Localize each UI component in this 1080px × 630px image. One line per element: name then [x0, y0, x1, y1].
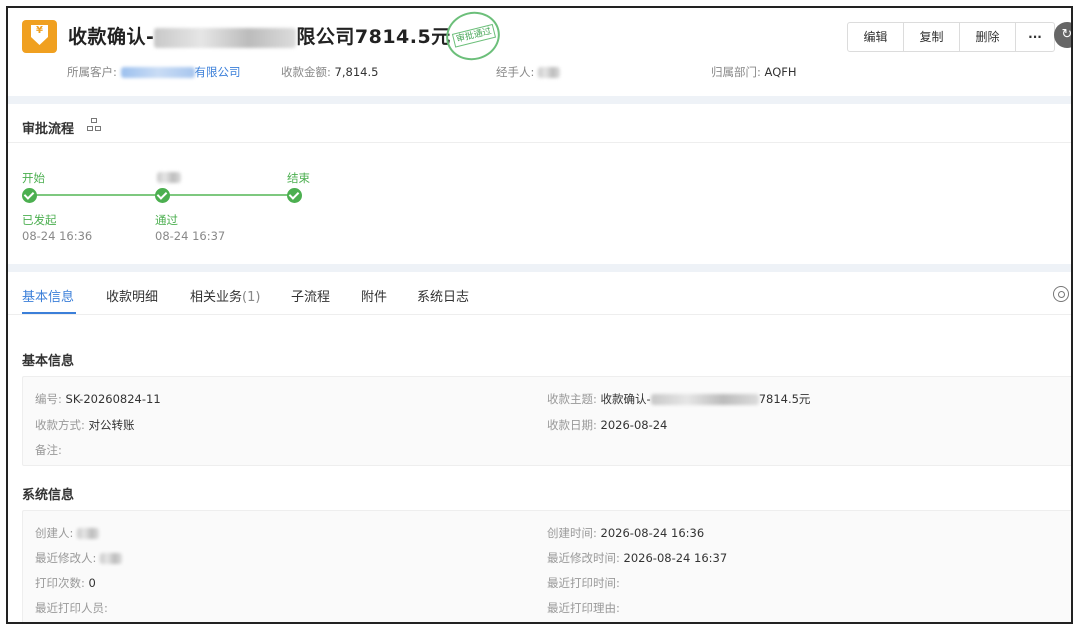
amount-value: 7,814.5 — [334, 65, 379, 79]
receipt-icon: ¥ — [22, 20, 57, 53]
flow-connector — [36, 194, 162, 196]
modifier-field: 最近修改人: — [35, 550, 123, 566]
detail-tabs: 基本信息 收款明细 相关业务(1) 子流程 附件 系统日志 — [8, 272, 1071, 315]
last-printer-field: 最近打印人员: — [35, 601, 108, 615]
node-approve-time: 08-24 16:37 — [155, 229, 226, 243]
node-start-name: 开始 — [22, 171, 45, 185]
title-suffix: 限公司7814.5元 — [296, 26, 451, 48]
delete-button[interactable]: 删除 — [960, 23, 1016, 51]
amount-label: 收款金额: — [281, 65, 331, 79]
basic-info-title: 基本信息 — [22, 354, 75, 369]
handler-label: 经手人: — [496, 65, 535, 79]
tab-subprocess[interactable]: 子流程 — [291, 286, 330, 305]
creator-field: 创建人: — [35, 525, 100, 541]
stamp-text: 审批通过 — [451, 23, 497, 48]
approval-flow-section: 审批流程 开始 结束 已发起 08-24 16:36 通过 08-24 16:3… — [8, 104, 1071, 264]
refresh-icon[interactable]: ↻ — [1054, 22, 1071, 48]
divider — [8, 96, 1071, 104]
tab-attachments[interactable]: 附件 — [361, 286, 387, 305]
redacted-creator — [77, 528, 100, 539]
copy-button[interactable]: 复制 — [904, 23, 960, 51]
created-time-field: 创建时间: 2026-08-24 16:36 — [547, 526, 705, 540]
method-value: 对公转账 — [88, 418, 135, 432]
redacted-modifier — [100, 553, 123, 564]
redacted-customer — [120, 67, 195, 78]
customer-label: 所属客户: — [67, 65, 117, 79]
edit-button[interactable]: 编辑 — [848, 23, 904, 51]
action-buttons: 编辑 复制 删除 ··· — [847, 22, 1055, 52]
title-prefix: 收款确认- — [68, 26, 155, 48]
handler-field: 经手人: — [496, 64, 561, 80]
node-start-time: 08-24 16:36 — [22, 229, 93, 243]
customer-field: 所属客户: 有限公司 — [67, 64, 241, 80]
check-icon — [22, 188, 37, 203]
node-start-status: 已发起 — [22, 213, 57, 227]
redacted-handler — [538, 67, 561, 78]
remark-field: 备注: — [35, 443, 62, 457]
active-tab-indicator — [22, 312, 76, 314]
number-value: SK-20260824-11 — [65, 392, 161, 406]
settings-icon[interactable] — [1053, 286, 1069, 302]
redacted-approver — [157, 172, 181, 183]
dept-value: AQFH — [764, 65, 797, 79]
check-icon — [155, 188, 170, 203]
page-title: 收款确认- 限公司7814.5元 — [68, 22, 451, 49]
redacted-subject — [650, 394, 759, 405]
redacted-company — [154, 27, 297, 48]
last-print-time-field: 最近打印时间: — [547, 576, 620, 590]
last-print-reason-field: 最近打印理由: — [547, 601, 620, 615]
tab-payment-details[interactable]: 收款明细 — [106, 286, 158, 305]
flow-connector — [169, 194, 295, 196]
divider — [8, 264, 1071, 272]
more-button[interactable]: ··· — [1016, 23, 1054, 51]
check-icon — [287, 188, 302, 203]
amount-field: 收款金额: 7,814.5 — [281, 64, 378, 80]
number-field: 编号: SK-20260824-11 — [35, 392, 161, 406]
approval-title: 审批流程 — [22, 122, 75, 137]
node-approve-status: 通过 — [155, 213, 178, 227]
method-field: 收款方式: 对公转账 — [35, 418, 135, 432]
date-field: 收款日期: 2026-08-24 — [547, 418, 668, 432]
node-end-name: 结束 — [287, 171, 310, 185]
tab-count-badge: (1) — [242, 290, 261, 305]
system-info-panel: 创建人: 创建时间: 2026-08-24 16:36 最近修改人: 最近修改时… — [22, 510, 1071, 622]
tab-basic-info[interactable]: 基本信息 — [22, 286, 74, 305]
record-detail-window: ¥ 收款确认- 限公司7814.5元 审批通过 所属客户: 有限公司 收款金额: … — [6, 6, 1073, 624]
date-value: 2026-08-24 — [600, 418, 668, 432]
customer-link[interactable]: 有限公司 — [195, 65, 241, 79]
system-info-title: 系统信息 — [22, 488, 75, 503]
subject-field: 收款主题: 收款确认- 7814.5元 — [547, 392, 811, 406]
approved-stamp-icon: 审批通过 — [440, 8, 506, 66]
tab-related-business[interactable]: 相关业务(1) — [190, 286, 260, 305]
record-header: ¥ 收款确认- 限公司7814.5元 审批通过 所属客户: 有限公司 收款金额: … — [8, 8, 1071, 98]
dept-label: 归属部门: — [711, 65, 761, 79]
modified-time-field: 最近修改时间: 2026-08-24 16:37 — [547, 551, 728, 565]
basic-info-panel: 编号: SK-20260824-11 收款主题: 收款确认- 7814.5元 收款… — [22, 376, 1071, 466]
print-count-field: 打印次数: 0 — [35, 576, 96, 590]
dept-field: 归属部门: AQFH — [711, 64, 797, 80]
flowchart-icon[interactable] — [87, 118, 101, 132]
tab-system-log[interactable]: 系统日志 — [417, 286, 469, 305]
